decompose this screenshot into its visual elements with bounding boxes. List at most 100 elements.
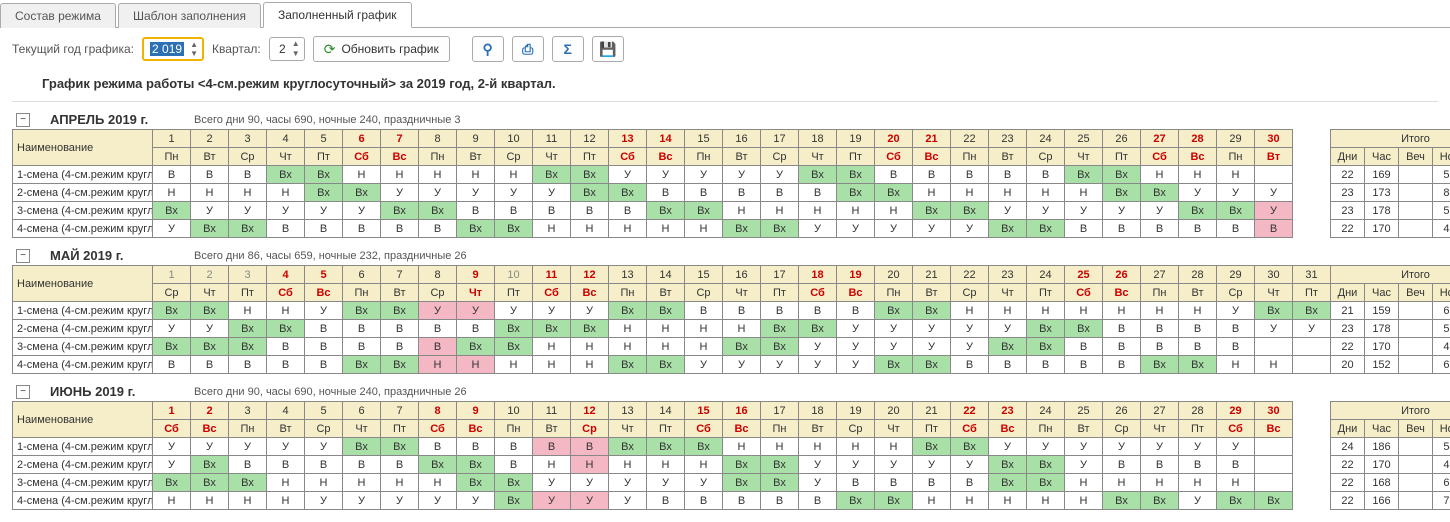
shift-cell[interactable]: У	[1217, 438, 1255, 456]
shift-cell[interactable]: Н	[1027, 492, 1065, 510]
shift-cell[interactable]: В	[305, 356, 343, 374]
shift-cell[interactable]: У	[761, 166, 799, 184]
shift-cell[interactable]: Вх	[723, 220, 761, 238]
year-down[interactable]: ▼	[188, 49, 200, 58]
shift-cell[interactable]: Н	[343, 474, 381, 492]
shift-cell[interactable]: У	[609, 474, 647, 492]
shift-cell[interactable]: В	[647, 184, 685, 202]
shift-cell[interactable]: В	[837, 302, 875, 320]
shift-cell[interactable]: Вх	[191, 474, 229, 492]
shift-cell[interactable]: Вх	[609, 302, 647, 320]
shift-cell[interactable]: Вх	[799, 320, 837, 338]
shift-cell[interactable]: У	[229, 202, 267, 220]
shift-cell[interactable]: Н	[761, 202, 799, 220]
shift-cell[interactable]: В	[799, 492, 837, 510]
shift-cell[interactable]: Вх	[305, 166, 343, 184]
shift-cell[interactable]: У	[913, 456, 951, 474]
shift-cell[interactable]: Вх	[533, 166, 571, 184]
shift-cell[interactable]: Вх	[381, 438, 419, 456]
shift-cell[interactable]: В	[1217, 320, 1255, 338]
shift-cell[interactable]: Н	[229, 302, 267, 320]
shift-cell[interactable]: В	[305, 220, 343, 238]
shift-cell[interactable]: У	[419, 492, 457, 510]
shift-cell[interactable]: Вх	[1179, 356, 1217, 374]
shift-cell[interactable]: В	[571, 202, 609, 220]
shift-cell[interactable]: Н	[1103, 302, 1141, 320]
shift-cell[interactable]: Н	[343, 166, 381, 184]
shift-cell[interactable]: В	[1103, 356, 1141, 374]
shift-cell[interactable]: Вх	[153, 474, 191, 492]
shift-cell[interactable]: Н	[1065, 184, 1103, 202]
shift-cell[interactable]: Н	[495, 356, 533, 374]
shift-cell[interactable]: Н	[837, 202, 875, 220]
shift-cell[interactable]: В	[229, 456, 267, 474]
shift-cell[interactable]: Н	[533, 220, 571, 238]
shift-cell[interactable]: У	[685, 356, 723, 374]
shift-cell[interactable]: У	[1103, 202, 1141, 220]
shift-cell[interactable]: У	[1065, 456, 1103, 474]
shift-cell[interactable]: Вх	[229, 320, 267, 338]
shift-cell[interactable]: Вх	[229, 338, 267, 356]
shift-cell[interactable]: Вх	[457, 338, 495, 356]
shift-cell[interactable]: Вх	[1027, 320, 1065, 338]
shift-cell[interactable]: В	[419, 320, 457, 338]
shift-cell[interactable]: В	[495, 202, 533, 220]
shift-cell[interactable]: У	[723, 356, 761, 374]
shift-cell[interactable]: В	[875, 474, 913, 492]
shift-cell[interactable]: Н	[191, 184, 229, 202]
shift-cell[interactable]: В	[989, 166, 1027, 184]
shift-cell[interactable]: В	[1179, 338, 1217, 356]
shift-cell[interactable]: В	[381, 338, 419, 356]
shift-cell[interactable]: Н	[799, 202, 837, 220]
tab-2[interactable]: Заполненный график	[263, 2, 412, 28]
shift-cell[interactable]: Н	[989, 492, 1027, 510]
shift-cell[interactable]: Вх	[609, 356, 647, 374]
shift-cell[interactable]: В	[989, 356, 1027, 374]
shift-cell[interactable]: У	[723, 166, 761, 184]
collapse-toggle[interactable]: −	[16, 385, 30, 399]
shift-cell[interactable]: В	[1065, 356, 1103, 374]
shift-cell[interactable]: Вх	[837, 184, 875, 202]
shift-cell[interactable]: Н	[1179, 474, 1217, 492]
shift-cell[interactable]: Н	[153, 184, 191, 202]
shift-cell[interactable]: Н	[685, 320, 723, 338]
shift-cell[interactable]: У	[1179, 184, 1217, 202]
shift-cell[interactable]: Вх	[267, 320, 305, 338]
shift-cell[interactable]: Вх	[191, 220, 229, 238]
shift-cell[interactable]: Вх	[381, 356, 419, 374]
shift-cell[interactable]: В	[1141, 338, 1179, 356]
shift-cell[interactable]: Вх	[381, 202, 419, 220]
shift-cell[interactable]: Вх	[989, 338, 1027, 356]
shift-cell[interactable]: В	[761, 184, 799, 202]
shift-cell[interactable]: Н	[685, 220, 723, 238]
shift-cell[interactable]: Вх	[647, 202, 685, 220]
shift-cell[interactable]: У	[571, 474, 609, 492]
shift-cell[interactable]: У	[419, 184, 457, 202]
shift-cell[interactable]: Вх	[457, 474, 495, 492]
shift-cell[interactable]: У	[533, 474, 571, 492]
shift-cell[interactable]: В	[381, 220, 419, 238]
shift-cell[interactable]: Н	[267, 302, 305, 320]
shift-cell[interactable]: Н	[875, 438, 913, 456]
shift-cell[interactable]: В	[761, 492, 799, 510]
shift-cell[interactable]: Вх	[1255, 492, 1293, 510]
shift-cell[interactable]: У	[609, 492, 647, 510]
shift-cell[interactable]: У	[457, 302, 495, 320]
shift-cell[interactable]: В	[1103, 220, 1141, 238]
shift-cell[interactable]: У	[457, 492, 495, 510]
shift-cell[interactable]: У	[419, 302, 457, 320]
shift-cell[interactable]: У	[837, 220, 875, 238]
shift-cell[interactable]: В	[343, 320, 381, 338]
shift-cell[interactable]: В	[533, 438, 571, 456]
shift-cell[interactable]: Вх	[495, 338, 533, 356]
shift-cell[interactable]: У	[799, 338, 837, 356]
shift-cell[interactable]: У	[381, 184, 419, 202]
shift-cell[interactable]: Н	[419, 166, 457, 184]
shift-cell[interactable]: Вх	[1217, 202, 1255, 220]
shift-cell[interactable]: Н	[571, 356, 609, 374]
shift-cell[interactable]: Н	[1065, 474, 1103, 492]
shift-cell[interactable]: У	[837, 356, 875, 374]
shift-cell[interactable]: В	[951, 356, 989, 374]
shift-cell[interactable]: Н	[267, 184, 305, 202]
shift-cell[interactable]: В	[267, 220, 305, 238]
